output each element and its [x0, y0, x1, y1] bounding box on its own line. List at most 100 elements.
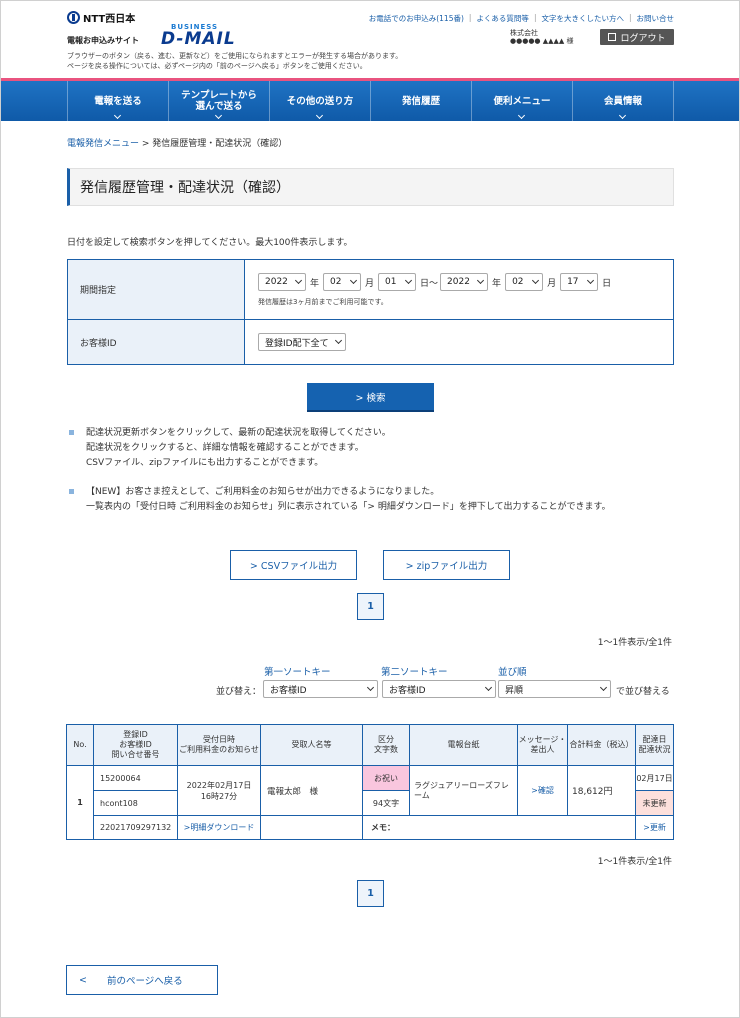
to-year-value: 2022 — [447, 277, 470, 287]
nav-item-label: 発信履歴 — [401, 95, 440, 107]
back-button-label: 前のページへ戻る — [106, 976, 183, 987]
main-nav: 電報を送る テンプレートから 選んで送る その他の送り方 発信履歴 便利メニュー… — [1, 81, 739, 121]
site-subtitle: 電報お申込みサイト — [67, 36, 139, 45]
statement-download-link[interactable]: >明細ダウンロード — [178, 816, 261, 839]
col-header-accept: 受付日時 ご利用料金のお知らせ — [178, 725, 261, 766]
sort-key2-value: お客様ID — [389, 685, 426, 696]
col-header-ids: 登録ID お客様ID 問い合せ番号 — [94, 725, 178, 766]
chevron-down-icon — [349, 276, 358, 285]
sort-key2-select[interactable]: お客様ID — [382, 680, 496, 698]
from-month-select[interactable]: 02 — [323, 273, 362, 291]
breadcrumb: 電報発信メニュー > 発信履歴管理・配達状況（確認） — [67, 136, 287, 149]
note-line: 一覧表内の「受付日時 ご利用料金のお知らせ」列に表示されている「> 明細ダウンロ… — [86, 502, 611, 512]
row-recipient: 電報太郎 様 — [261, 766, 363, 816]
chevron-down-icon — [334, 336, 343, 345]
user-info: 株式会社 ●●●●● ▲▲▲▲ 様 — [510, 29, 574, 45]
period-hint: 発信履歴は3ヶ月前までご利用可能です。 — [258, 298, 388, 306]
month-unit: 月 — [547, 278, 557, 289]
to-day-select[interactable]: 17 — [560, 273, 599, 291]
contact-link[interactable]: お問い合せ — [637, 13, 675, 24]
bullet-icon — [69, 430, 74, 435]
nav-item-label: その他の送り方 — [286, 95, 354, 107]
sort-key1-select[interactable]: お客様ID — [263, 680, 378, 698]
row-delivery-date: 02月17日 — [636, 766, 673, 791]
nav-item-label: 電報を送る — [94, 95, 142, 107]
back-button[interactable]: < 前のページへ戻る — [66, 965, 218, 995]
row-char-count: 94文字 — [363, 791, 410, 816]
phone-order-link[interactable]: お電話でのお申込み(115番) — [369, 13, 464, 24]
nav-item-history[interactable]: 発信履歴 — [370, 81, 471, 121]
breadcrumb-link[interactable]: 電報発信メニュー — [67, 139, 139, 149]
customer-id-value: 登録ID配下全て — [265, 338, 329, 349]
pagination-page-1[interactable]: 1 — [357, 593, 384, 620]
pagination-page-1-bottom[interactable]: 1 — [357, 880, 384, 907]
logout-button[interactable]: ログアウト — [600, 29, 674, 45]
nav-item-template[interactable]: テンプレートから 選んで送る — [168, 81, 269, 121]
sort-order-value: 昇順 — [505, 685, 524, 696]
sort-suffix: で並び替える — [616, 687, 670, 697]
link-separator: | — [533, 13, 537, 22]
to-month-select[interactable]: 02 — [505, 273, 544, 291]
day-range-unit: 日～ — [420, 278, 439, 289]
note-line: 【NEW】お客さま控えとして、ご利用料金のお知らせが出力できるようになりました。 — [86, 487, 440, 497]
note-line: 配達状況をクリックすると、詳細な情報を確認することができます。 — [86, 443, 364, 453]
sort-key1-label: 第一ソートキー — [264, 667, 331, 678]
link-separator: | — [468, 13, 472, 22]
sort-order-label: 並び順 — [498, 667, 527, 678]
sort-key2-label: 第二ソートキー — [381, 667, 448, 678]
chevron-down-icon — [294, 276, 303, 285]
message-confirm-link[interactable]: >確認 — [518, 766, 568, 816]
to-year-select[interactable]: 2022 — [440, 273, 489, 291]
faq-link[interactable]: よくある質問等 — [476, 13, 529, 24]
row-daishi: ラグジュアリーローズフレーム — [410, 766, 518, 816]
nav-item-other-methods[interactable]: その他の送り方 — [269, 81, 370, 121]
chevron-down-icon — [404, 276, 413, 285]
header: NTT西日本 電報お申込みサイト BUSINESS D-MAIL ブラウザーのボ… — [1, 1, 739, 81]
chevron-down-icon — [484, 683, 493, 692]
nav-item-utility-menu[interactable]: 便利メニュー — [471, 81, 572, 121]
customer-row: お客様ID 登録ID配下全て — [68, 320, 673, 364]
nav-item-label: 会員情報 — [603, 95, 642, 107]
month-unit: 月 — [365, 278, 375, 289]
user-name: ●●●●● ▲▲▲▲ 様 — [510, 37, 574, 45]
ntt-logo[interactable]: NTT西日本 — [67, 10, 135, 25]
row-blank — [261, 816, 363, 839]
col-header-daishi: 電報台紙 — [410, 725, 518, 766]
result-count-bottom: 1～1件表示/全1件 — [597, 857, 672, 867]
col-header-no: No. — [67, 725, 94, 766]
chevron-down-icon — [587, 276, 595, 285]
sort-order-select[interactable]: 昇順 — [498, 680, 611, 698]
large-text-link[interactable]: 文字を大きくしたい方へ — [541, 13, 624, 24]
note-line: CSVファイル、zipファイルにも出力することができます。 — [86, 458, 324, 468]
chevron-down-icon — [113, 111, 122, 120]
header-notice-line: ブラウザーのボタン（戻る、進む、更新など）をご使用になられますとエラーが発生する… — [67, 52, 403, 60]
history-table: No. 登録ID お客様ID 問い合せ番号 受付日時 ご利用料金のお知らせ 受取… — [66, 724, 674, 840]
nav-item-send-telegram[interactable]: 電報を送る — [67, 81, 168, 121]
zip-export-button[interactable]: > zipファイル出力 — [383, 550, 510, 580]
csv-export-button[interactable]: > CSVファイル出力 — [230, 550, 357, 580]
chevron-down-icon — [532, 276, 540, 285]
search-button[interactable]: > 検索 — [307, 383, 434, 410]
row-reg-id: 15200064 — [94, 766, 178, 791]
logout-icon — [608, 33, 617, 41]
user-company: 株式会社 — [510, 29, 538, 37]
site-logo[interactable]: D-MAIL — [161, 29, 236, 49]
chevron-down-icon — [599, 683, 608, 692]
row-no: 1 — [67, 766, 94, 839]
period-selects: 2022 年 02 月 01 日～ 2022 年 02 月 17 日 — [258, 273, 615, 291]
row-cust-id: hcont108 — [94, 791, 178, 816]
row-inquiry-number: 22021709297132 — [94, 816, 178, 839]
from-year-value: 2022 — [265, 277, 288, 287]
header-notice-line: ページを戻る操作については、必ずページ内の「前のページへ戻る」ボタンをご使用くだ… — [67, 62, 367, 70]
from-year-select[interactable]: 2022 — [258, 273, 306, 291]
row-delivery-status[interactable]: 未更新 — [636, 791, 673, 816]
from-day-select[interactable]: 01 — [378, 273, 417, 291]
row-memo: メモ： — [363, 816, 636, 839]
update-status-link[interactable]: >更新 — [636, 816, 673, 839]
intro-text: 日付を設定して検索ボタンを押してください。最大100件表示します。 — [67, 238, 353, 248]
chevron-down-icon — [366, 683, 375, 692]
nav-item-member-info[interactable]: 会員情報 — [572, 81, 674, 121]
note-line: 配達状況更新ボタンをクリックして、最新の配達状況を取得してください。 — [86, 428, 391, 438]
customer-id-select[interactable]: 登録ID配下全て — [258, 333, 346, 351]
header-links: お電話でのお申込み(115番) | よくある質問等 | 文字を大きくしたい方へ … — [369, 13, 674, 24]
